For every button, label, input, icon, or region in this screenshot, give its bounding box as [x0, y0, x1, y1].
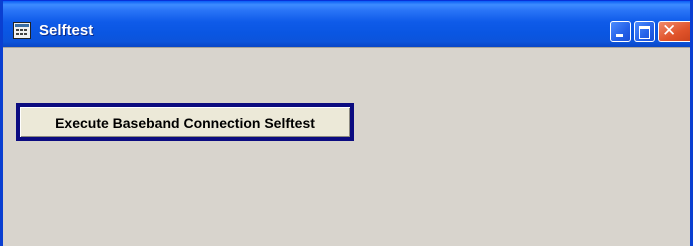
calculator-window-icon[interactable] — [13, 22, 31, 39]
minimize-button[interactable] — [610, 21, 631, 42]
window-client-area: Execute Baseband Connection Selftest — [3, 47, 690, 246]
maximize-button[interactable] — [634, 21, 655, 42]
selftest-window: Selftest ✕ Execute Baseband Connection S… — [0, 0, 693, 246]
close-button[interactable]: ✕ — [658, 21, 690, 42]
close-icon: ✕ — [662, 21, 677, 41]
title-bar[interactable]: Selftest ✕ — [3, 1, 690, 47]
window-title: Selftest — [39, 22, 94, 39]
execute-button-label: Execute Baseband Connection Selftest — [55, 115, 315, 131]
execute-baseband-selftest-button[interactable]: Execute Baseband Connection Selftest — [16, 103, 354, 141]
